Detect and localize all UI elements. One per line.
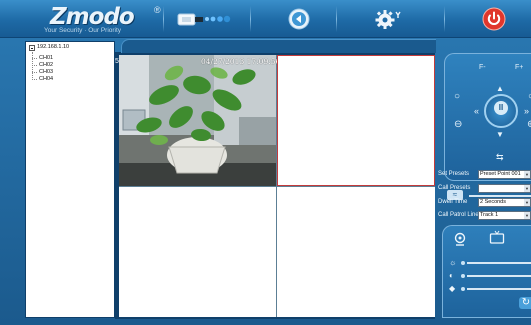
set-presets-select[interactable]: Preset Point 001 [478,170,531,179]
contrast-track[interactable] [467,275,531,277]
saturation-track[interactable] [467,288,531,290]
call-presets-label: Call Presets [438,185,471,191]
call-presets-row: Call Presets [438,184,531,194]
tree-connector [32,65,37,66]
patrol-line-select[interactable]: Track 1 [478,211,531,220]
speed-slider-track[interactable] [469,195,531,197]
saturation-slider[interactable]: ◆ [449,284,531,293]
tile-channel-label: 5 [115,58,119,65]
toolbar-divider [444,6,445,32]
tree-channel-item[interactable]: CH01 [39,55,53,62]
tree-connector [32,52,33,80]
power-button[interactable] [481,5,507,33]
saturation-knob[interactable] [461,287,465,291]
video-grid: 5 04/27/2013 17:09:56 [115,55,435,317]
video-tile-4[interactable] [277,187,435,317]
playback-button[interactable] [287,5,311,33]
playback-icon [288,8,310,30]
call-presets-select[interactable] [478,184,531,193]
camera-tree: 192.168.1.10 CH01 CH02 CH03 CH04 [25,41,115,318]
monitor-icon[interactable] [489,230,505,245]
toolbar-divider [336,6,337,32]
power-icon [482,7,506,31]
toolbar-divider [250,6,251,32]
tree-connector [32,79,37,80]
camera-feed-scene [119,55,276,186]
settings-button[interactable] [373,5,405,33]
reset-icon[interactable]: ↻ [519,297,531,309]
logo-slogan: Your Security · Our Priority [44,27,122,34]
auto-cruise-icon[interactable]: ⇆ [496,152,504,162]
image-adjust-panel: ☼ ◐ ◆ ↻ [442,225,531,318]
tree-connector [32,58,37,59]
video-tile-2[interactable] [277,55,435,186]
video-tile-1[interactable]: 5 04/27/2013 17:09:56 [115,55,280,186]
toolbar-divider [163,6,164,32]
tree-channel-item[interactable]: CH04 [39,76,53,83]
camera-feed-image [119,55,276,186]
pan-up-icon[interactable]: ▲ [496,84,504,94]
brightness-knob[interactable] [461,261,465,265]
pause-icon[interactable]: II [494,101,508,115]
dwell-time-row: Dwell Time 2 Seconds [438,198,531,208]
patrol-line-label: Call Patrol Line [438,212,479,218]
contrast-slider[interactable]: ◐ [449,271,531,280]
focus-minus-button[interactable]: F- [479,64,486,71]
tree-collapse-toggle[interactable] [29,45,35,51]
tree-channel-item[interactable]: CH02 [39,62,53,69]
zoom-out-icon[interactable]: ⊖ [454,120,462,130]
set-presets-row: Set Presets Preset Point 001 [438,170,531,180]
dwell-time-select[interactable]: 2 Seconds [478,198,531,207]
brightness-slider[interactable]: ☼ [449,258,531,267]
snapshot-icon[interactable] [453,232,467,246]
pan-left-icon[interactable]: « [474,106,479,116]
iris-open-icon[interactable]: ○ [454,92,460,102]
app-window: Zmodo ® Your Security · Our Priority 192… [0,0,531,325]
tree-connector [32,72,37,73]
dwell-time-label: Dwell Time [438,199,468,205]
contrast-icon: ◐ [449,271,454,280]
ptz-control-pad: F- F+ ○ ○ ⊖ ⊕ ▲ ▼ « » II ⇆ [444,53,531,181]
pan-down-icon[interactable]: ▼ [496,130,504,140]
ptz-panel: F- F+ ○ ○ ⊖ ⊕ ▲ ▼ « » II ⇆ ≈ Set Presets… [438,41,531,318]
video-tile-3[interactable] [119,187,276,317]
patrol-line-row: Call Patrol Line Track 1 [438,211,531,221]
camera-timestamp: 04/27/2013 17:09:56 [201,57,281,66]
top-toolbar: Zmodo ® Your Security · Our Priority [0,0,531,38]
contrast-knob[interactable] [461,274,465,278]
gear-icon [375,10,401,29]
camera-record-icon [177,13,231,26]
brightness-icon: ☼ [449,258,457,267]
saturation-icon: ◆ [449,284,456,293]
pan-right-icon[interactable]: » [524,106,529,116]
brightness-track[interactable] [467,262,531,264]
registered-mark: ® [154,5,161,15]
zmodo-logo: Zmodo ® Your Security · Our Priority [28,4,161,36]
tree-channel-item[interactable]: CH03 [39,69,53,76]
zoom-in-icon[interactable]: ⊕ [527,120,531,130]
set-presets-label: Set Presets [438,171,470,177]
record-button[interactable] [175,5,237,33]
tree-root-device[interactable]: 192.168.1.10 [37,44,69,51]
focus-plus-button[interactable]: F+ [515,64,523,71]
